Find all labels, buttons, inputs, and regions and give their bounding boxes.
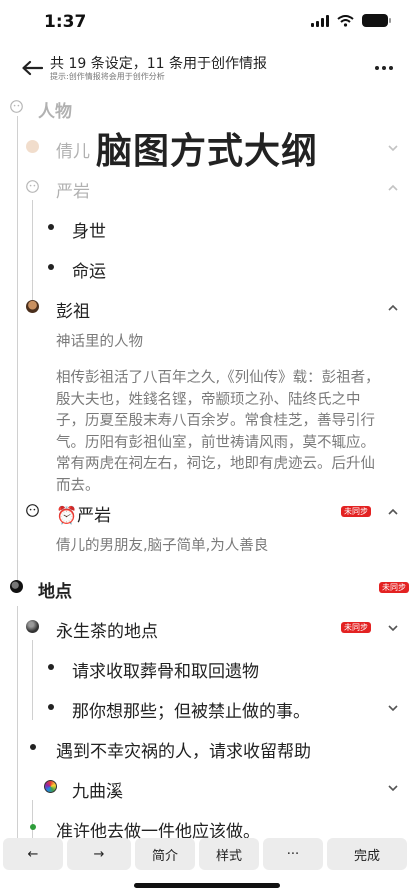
unsynced-badge: 未同步 (379, 582, 409, 593)
node-didian[interactable]: 地点 未同步 (0, 570, 414, 604)
node-shenshi[interactable]: 身世 (0, 210, 414, 244)
node-yanyan-clock-label: ⏰严岩 (56, 506, 112, 526)
node-shenshi-label: 身世 (72, 222, 106, 242)
more-actions-button[interactable]: ··· (263, 838, 323, 870)
yanyan-note: 倩儿的男朋友,脑子简单,为人善良 (56, 538, 269, 554)
status-bar: 1:37 (0, 0, 414, 48)
avatar-icon (26, 300, 39, 313)
dot-icon (382, 66, 386, 70)
chevron-up-icon[interactable] (386, 505, 400, 519)
planet-icon (10, 580, 23, 593)
battery-icon (362, 14, 391, 27)
node-mingyun[interactable]: 命运 (0, 250, 414, 284)
pengzu-note-long: 相传彭祖活了八百年之久,《列仙传》载：彭祖者，殷大夫也，姓錢名铿，帝颛顼之孙、陆… (56, 370, 380, 494)
bullet (30, 824, 36, 830)
bullet (48, 264, 54, 270)
node-yanyan[interactable]: 严岩 (0, 170, 414, 204)
sphere-icon (26, 620, 39, 633)
node-yanyan-label: 严岩 (56, 182, 90, 202)
intro-button[interactable]: 简介 (135, 838, 195, 870)
chevron-up-icon[interactable] (386, 181, 400, 195)
bullet (48, 664, 54, 670)
arrow-left-icon (22, 60, 43, 76)
more-button[interactable] (372, 56, 396, 80)
chevron-down-icon[interactable] (386, 621, 400, 635)
status-icons (311, 14, 391, 27)
node-yongsheng[interactable]: 永生茶的地点 未同步 (0, 610, 414, 644)
unsynced-badge: 未同步 (341, 622, 371, 633)
face-icon (10, 100, 23, 113)
face-icon (26, 504, 39, 517)
chevron-down-icon[interactable] (386, 781, 400, 795)
node-jiuqu-label: 九曲溪 (72, 782, 123, 802)
done-button[interactable]: 完成 (327, 838, 407, 870)
style-button[interactable]: 样式 (199, 838, 259, 870)
node-pengzu-label: 彭祖 (56, 302, 90, 322)
node-didian-label: 地点 (38, 582, 72, 602)
node-mingyun-label: 命运 (72, 262, 106, 282)
unsynced-badge: 未同步 (341, 506, 371, 517)
node-qingqiu[interactable]: 请求收取葬骨和取回遗物 (0, 650, 414, 684)
status-time: 1:37 (44, 12, 87, 32)
color-wheel-icon (44, 780, 57, 793)
node-zhunxu[interactable]: 准许他去做一件他应该做。 (0, 810, 414, 840)
bottom-toolbar: ← → 简介 样式 ··· 完成 (0, 838, 414, 878)
pengzu-note-short: 神话里的人物 (56, 334, 143, 350)
dot-icon (389, 66, 393, 70)
bullet (48, 224, 54, 230)
home-indicator (134, 883, 280, 888)
node-yanyan-clock[interactable]: ⏰严岩 未同步 (0, 494, 414, 528)
chevron-up-icon[interactable] (386, 301, 400, 315)
back-button[interactable] (18, 54, 46, 82)
signal-icon (311, 14, 329, 27)
node-yudao[interactable]: 遇到不幸灾祸的人，请求收留帮助 (0, 730, 414, 764)
node-root[interactable]: 人物 (0, 90, 414, 124)
node-yudao-label: 遇到不幸灾祸的人，请求收留帮助 (56, 742, 311, 762)
node-root-label: 人物 (38, 102, 72, 122)
outline-tree: 人物 倩儿 严岩 身世 命运 彭祖 神话里的人物 相传彭祖活了八百年之久,《列仙… (0, 90, 414, 840)
header-title: 共 19 条设定，11 条用于创作情报 (50, 56, 267, 72)
node-yongsheng-label: 永生茶的地点 (56, 622, 158, 642)
node-nini[interactable]: 那你想那些；但被禁止做的事。 (0, 690, 414, 724)
next-button[interactable]: → (67, 838, 131, 870)
node-qingqiu-label: 请求收取葬骨和取回遗物 (72, 662, 259, 682)
dot-icon (375, 66, 379, 70)
node-nini-label: 那你想那些；但被禁止做的事。 (72, 702, 310, 722)
overlay-title: 脑图方式大纲 (95, 131, 318, 172)
node-zhunxu-label: 准许他去做一件他应该做。 (56, 822, 260, 840)
prev-button[interactable]: ← (3, 838, 63, 870)
node-pengzu[interactable]: 彭祖 (0, 290, 414, 324)
node-jiuqu[interactable]: 九曲溪 (0, 770, 414, 804)
bullet (48, 704, 54, 710)
face-icon (26, 180, 39, 193)
header-subtitle: 提示:创作情报将会用于创作分析 (50, 72, 165, 81)
wifi-icon (337, 14, 354, 27)
chevron-down-icon[interactable] (386, 701, 400, 715)
bullet (30, 744, 36, 750)
header: 共 19 条设定，11 条用于创作情报 提示:创作情报将会用于创作分析 (0, 48, 414, 90)
